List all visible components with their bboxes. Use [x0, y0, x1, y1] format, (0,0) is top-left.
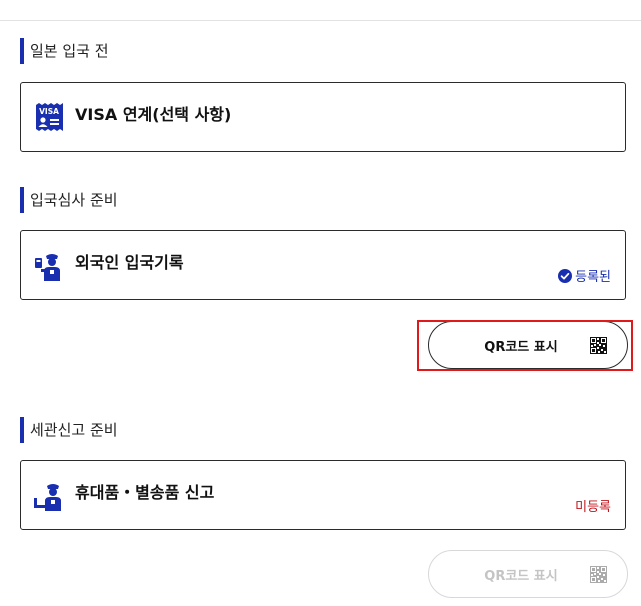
- qr-button-label: QR코드 표시: [484, 339, 558, 355]
- card-title-visa: VISA 연계(선택 사항): [75, 105, 232, 124]
- qr-button-label: QR코드 표시: [484, 568, 558, 584]
- visa-icon: VISA: [36, 103, 63, 131]
- section-heading-customs: 세관신고 준비: [20, 417, 118, 443]
- customs-officer-icon: [34, 484, 61, 511]
- qr-code-icon: [590, 566, 607, 583]
- check-circle-icon: [558, 268, 573, 283]
- status-text: 등록된: [575, 270, 611, 285]
- card-visa-link[interactable]: VISA VISA 연계(선택 사항): [20, 82, 626, 152]
- section-heading-immigration: 입국심사 준비: [20, 187, 118, 213]
- top-divider: [0, 20, 641, 21]
- card-customs-declaration[interactable]: 휴대품・별송품 신고 미등록: [20, 460, 626, 530]
- card-title-entry-record: 외국인 입국기록: [75, 253, 184, 272]
- card-foreigner-entry-record[interactable]: 외국인 입국기록 등록된: [20, 230, 626, 300]
- card-title-customs: 휴대품・별송품 신고: [75, 483, 215, 502]
- qr-code-button-customs[interactable]: QR코드 표시: [428, 550, 628, 598]
- section-heading-before-entry: 일본 입국 전: [20, 38, 109, 64]
- status-text: 미등록: [575, 500, 611, 515]
- immigration-officer-icon: [35, 254, 60, 281]
- svg-text:VISA: VISA: [39, 107, 59, 116]
- qr-code-icon: [590, 337, 607, 354]
- status-badge-registered: 등록된: [558, 266, 611, 285]
- status-badge-unregistered: 미등록: [575, 496, 611, 515]
- qr-code-button-immigration[interactable]: QR코드 표시: [428, 321, 628, 369]
